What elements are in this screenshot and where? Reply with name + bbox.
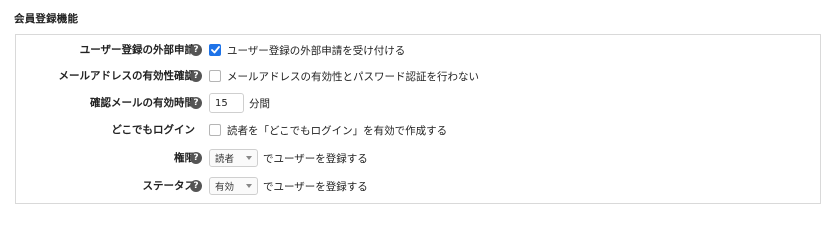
row-label: ステータス — [142, 180, 196, 192]
email-verification-option[interactable]: メールアドレスの有効性とパスワード認証を行わない — [209, 66, 479, 86]
external-registration-checkbox[interactable] — [209, 44, 221, 56]
checkbox-label: メールアドレスの有効性とパスワード認証を行わない — [227, 70, 479, 83]
select-suffix: でユーザーを登録する — [263, 180, 368, 193]
row-label: ユーザー登録の外部申請 — [79, 44, 195, 56]
status-select[interactable]: 有効 — [209, 177, 259, 195]
row-label: どこでもログイン — [111, 124, 195, 136]
chevron-down-icon — [246, 156, 253, 160]
row-email-verification: メールアドレスの有効性確認 ? メールアドレスの有効性とパスワード認証を行わない — [16, 66, 820, 86]
row-login-anywhere: どこでもログイン 読者を「どこでもログイン」を有効で作成する — [16, 120, 820, 140]
help-icon[interactable]: ? — [190, 97, 202, 109]
section-title: 会員登録機能 — [14, 13, 79, 25]
permission-control: 読者 でユーザーを登録する — [209, 148, 368, 168]
row-confirmation-mail-expiry: 確認メールの有効時間 ? 分間 — [16, 93, 820, 113]
row-status: ステータス ? 有効 でユーザーを登録する — [16, 176, 820, 196]
external-registration-option[interactable]: ユーザー登録の外部申請を受け付ける — [209, 40, 405, 60]
row-permission: 権限 ? 読者 でユーザーを登録する — [16, 148, 820, 168]
checkbox-label: ユーザー登録の外部申請を受け付ける — [227, 44, 406, 57]
row-label: 確認メールの有効時間 — [90, 97, 195, 109]
help-icon[interactable]: ? — [190, 152, 202, 164]
expiry-minutes-input[interactable] — [209, 93, 244, 113]
select-value: 読者 — [215, 154, 235, 165]
select-suffix: でユーザーを登録する — [263, 152, 368, 165]
checkmark-icon — [210, 46, 220, 54]
help-icon[interactable]: ? — [190, 44, 202, 56]
row-label: メールアドレスの有効性確認 — [58, 70, 196, 82]
permission-select[interactable]: 読者 — [209, 149, 259, 167]
status-control: 有効 でユーザーを登録する — [209, 176, 368, 196]
chevron-down-icon — [246, 184, 253, 188]
confirmation-mail-expiry-control: 分間 — [209, 93, 270, 113]
email-verification-checkbox[interactable] — [209, 70, 221, 82]
help-icon[interactable]: ? — [190, 70, 202, 82]
unit-label: 分間 — [249, 97, 270, 110]
help-icon[interactable]: ? — [190, 180, 202, 192]
checkbox-label: 読者を「どこでもログイン」を有効で作成する — [227, 124, 448, 137]
select-value: 有効 — [215, 182, 235, 193]
login-anywhere-option[interactable]: 読者を「どこでもログイン」を有効で作成する — [209, 120, 447, 140]
login-anywhere-checkbox[interactable] — [209, 124, 221, 136]
row-external-registration: ユーザー登録の外部申請 ? ユーザー登録の外部申請を受け付ける — [16, 40, 820, 60]
settings-panel: ユーザー登録の外部申請 ? ユーザー登録の外部申請を受け付ける メールアドレスの… — [15, 34, 821, 204]
